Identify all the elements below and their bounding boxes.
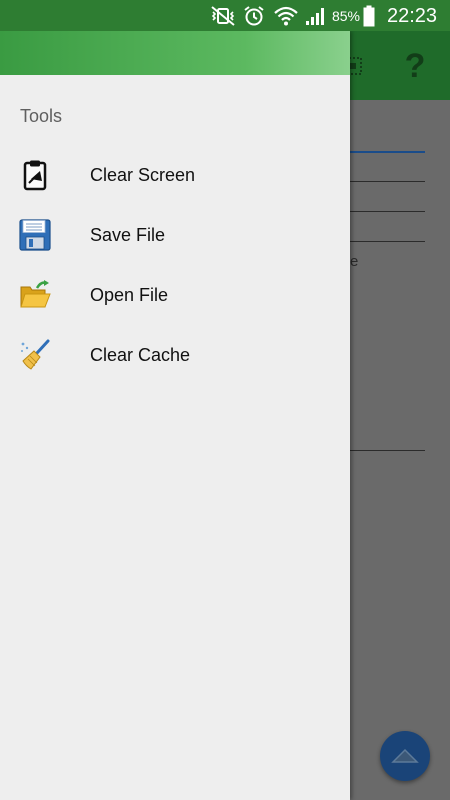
help-icon[interactable]: ? xyxy=(400,47,430,85)
background-divider xyxy=(350,450,425,451)
background-divider xyxy=(350,181,425,182)
floppy-disk-icon xyxy=(18,218,52,252)
vibrate-mute-icon xyxy=(208,4,238,28)
signal-icon xyxy=(304,4,328,28)
alarm-icon xyxy=(242,4,266,28)
menu-item-open-file[interactable]: Open File xyxy=(0,265,350,325)
clock: 22:23 xyxy=(386,4,438,27)
background-divider xyxy=(350,211,425,212)
menu-item-label: Clear Screen xyxy=(90,165,196,185)
menu-item-label: Save File xyxy=(90,225,166,245)
status-bar: 85% 22:23 xyxy=(0,0,450,31)
section-title-tools: Tools xyxy=(20,106,63,126)
menu-item-clear-screen[interactable]: Clear Screen xyxy=(0,145,350,205)
battery-percent: 85% xyxy=(331,8,361,24)
background-text-fragment: e xyxy=(350,253,359,270)
menu-item-clear-cache[interactable]: Clear Cache xyxy=(0,325,350,385)
menu-item-label: Clear Cache xyxy=(90,345,191,365)
clipboard-clear-icon xyxy=(18,158,52,192)
background-divider xyxy=(350,241,425,242)
arrow-up-icon xyxy=(391,748,419,763)
menu-item-label: Open File xyxy=(90,285,169,305)
navigation-drawer: Tools Clear Screen Save File Open File C… xyxy=(0,31,350,800)
battery-icon xyxy=(362,4,376,28)
broom-icon xyxy=(18,338,52,372)
background-divider xyxy=(350,151,425,153)
wifi-icon xyxy=(272,4,300,28)
menu-item-save-file[interactable]: Save File xyxy=(0,205,350,265)
scroll-up-button[interactable] xyxy=(380,731,430,781)
drawer-header xyxy=(0,31,350,75)
folder-open-icon xyxy=(18,278,52,312)
